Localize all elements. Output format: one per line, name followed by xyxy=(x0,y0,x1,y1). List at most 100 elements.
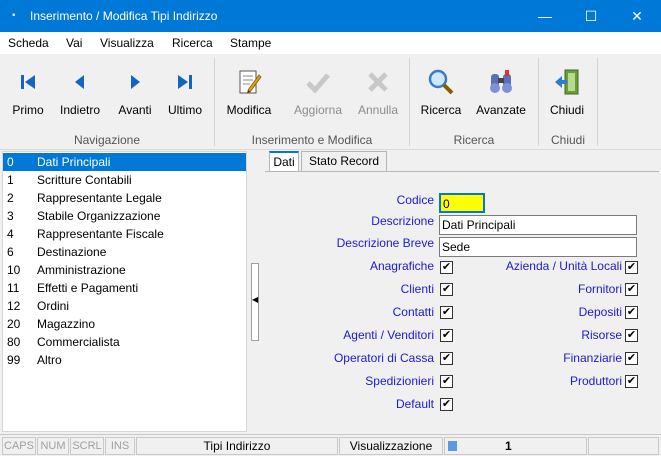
avanzate-button[interactable]: Avanzate xyxy=(470,58,532,124)
avanti-label: Avanti xyxy=(118,103,152,117)
spedizionieri-checkbox[interactable]: ✔ xyxy=(440,375,453,388)
list-item[interactable]: 10 Amministrazione xyxy=(3,261,246,279)
descrizione-label: Descrizione xyxy=(371,214,434,228)
ins-indicator: INS xyxy=(105,437,135,455)
indietro-button[interactable]: Indietro xyxy=(56,58,104,124)
modifica-button[interactable]: Modifica xyxy=(224,58,274,124)
codice-label: Codice xyxy=(396,193,434,207)
ribbon-toolbar: Primo Indietro Avanti Ultimo Navigazione xyxy=(0,54,661,150)
azienda-unita-locali-checkbox[interactable]: ✔ xyxy=(625,261,638,274)
menu-scheda[interactable]: Scheda xyxy=(8,36,49,50)
first-record-icon xyxy=(21,75,35,89)
close-button[interactable]: ✕ xyxy=(614,0,660,32)
list-item[interactable]: 1 Scritture Contabili xyxy=(3,171,246,189)
operatori-cassa-checkbox[interactable]: ✔ xyxy=(440,352,453,365)
finanziarie-checkbox[interactable]: ✔ xyxy=(625,352,638,365)
group-chiudi-label: Chiudi xyxy=(550,133,586,147)
clienti-checkbox[interactable]: ✔ xyxy=(440,283,453,296)
menu-bar: Scheda Vai Visualizza Ricerca Stampe xyxy=(0,32,661,54)
cancel-x-icon xyxy=(368,72,388,92)
contatti-label: Contatti xyxy=(392,305,434,319)
fornitori-label: Fornitori xyxy=(577,282,622,296)
annulla-button[interactable]: Annulla xyxy=(354,58,402,124)
codice-field[interactable]: 0 xyxy=(439,193,485,213)
next-record-icon xyxy=(131,75,140,89)
tab-stato-record[interactable]: Stato Record xyxy=(301,151,387,172)
table-name-status: Tipi Indirizzo xyxy=(136,437,338,455)
menu-stampe[interactable]: Stampe xyxy=(230,36,271,50)
magnifier-icon xyxy=(428,69,454,95)
modifica-label: Modifica xyxy=(226,103,272,117)
descrizione-field[interactable]: Dati Principali xyxy=(439,215,637,235)
primo-button[interactable]: Primo xyxy=(8,58,48,124)
aggiorna-button[interactable]: Aggiorna xyxy=(290,58,346,124)
title-bar: ▪ Inserimento / Modifica Tipi Indirizzo … xyxy=(0,0,661,32)
list-item[interactable]: 0 Dati Principali xyxy=(3,153,246,171)
menu-ricerca[interactable]: Ricerca xyxy=(172,36,213,50)
ultimo-label: Ultimo xyxy=(167,103,202,117)
list-item[interactable]: 11 Effetti e Pagamenti xyxy=(3,279,246,297)
ultimo-button[interactable]: Ultimo xyxy=(164,58,206,124)
fornitori-checkbox[interactable]: ✔ xyxy=(625,283,638,296)
depositi-label: Depositi xyxy=(578,305,622,319)
list-item[interactable]: 4 Rappresentante Fiscale xyxy=(3,225,246,243)
ricerca-button[interactable]: Ricerca xyxy=(416,58,466,124)
anagrafiche-checkbox[interactable]: ✔ xyxy=(440,261,453,274)
app-icon: ▪ xyxy=(12,10,16,21)
produttori-checkbox[interactable]: ✔ xyxy=(625,375,638,388)
previous-record-icon xyxy=(75,75,84,89)
contatti-checkbox[interactable]: ✔ xyxy=(440,306,453,319)
minimize-button[interactable]: — xyxy=(522,0,568,32)
menu-visualizza[interactable]: Visualizza xyxy=(100,36,154,50)
ribbon-separator xyxy=(597,58,598,146)
record-progress-marker xyxy=(448,441,457,451)
default-label: Default xyxy=(395,397,434,411)
tab-dati[interactable]: Dati xyxy=(269,151,299,172)
list-item[interactable]: 6 Destinazione xyxy=(3,243,246,261)
azienda-unita-locali-label: Azienda / Unità Locali xyxy=(505,259,622,273)
group-navigazione-label: Navigazione xyxy=(73,133,141,147)
avanzate-label: Avanzate xyxy=(476,103,526,117)
checkmark-icon xyxy=(306,73,330,94)
binoculars-icon xyxy=(490,70,512,93)
agenti-venditori-label: Agenti / Venditori xyxy=(343,328,434,342)
anagrafiche-label: Anagrafiche xyxy=(369,259,434,273)
list-item[interactable]: 2 Rappresentante Legale xyxy=(3,189,246,207)
agenti-venditori-checkbox[interactable]: ✔ xyxy=(440,329,453,342)
last-record-icon xyxy=(178,75,192,89)
list-item[interactable]: 12 Ordini xyxy=(3,297,246,315)
mode-status: Visualizzazione xyxy=(339,437,443,455)
list-item[interactable]: 20 Magazzino xyxy=(3,315,246,333)
address-type-list: 0 Dati Principali 1 Scritture Contabili 2R… xyxy=(2,151,247,432)
default-checkbox[interactable]: ✔ xyxy=(440,398,453,411)
produttori-label: Produttori xyxy=(569,374,622,388)
window-title: Inserimento / Modifica Tipi Indirizzo xyxy=(30,9,218,23)
risorse-checkbox[interactable]: ✔ xyxy=(625,329,638,342)
avanti-button[interactable]: Avanti xyxy=(114,58,156,124)
depositi-checkbox[interactable]: ✔ xyxy=(625,306,638,319)
risorse-label: Risorse xyxy=(581,328,622,342)
chiudi-button[interactable]: Chiudi xyxy=(546,58,588,124)
ricerca-label: Ricerca xyxy=(420,103,462,117)
list-item[interactable]: 99 Altro xyxy=(3,351,246,369)
num-indicator: NUM xyxy=(37,437,69,455)
panel-splitter[interactable]: ◀ xyxy=(251,263,259,341)
spedizionieri-label: Spedizionieri xyxy=(365,374,434,388)
list-item[interactable]: 3 Stabile Organizzazione xyxy=(3,207,246,225)
group-ricerca-label: Ricerca xyxy=(453,133,495,147)
annulla-label: Annulla xyxy=(357,103,399,117)
menu-vai[interactable]: Vai xyxy=(66,36,82,50)
operatori-cassa-label: Operatori di Cassa xyxy=(333,351,434,365)
exit-door-icon xyxy=(555,69,579,95)
descrizione-breve-field[interactable]: Sede xyxy=(439,237,637,257)
record-number: 1 xyxy=(505,439,512,453)
group-inserimento-label: Inserimento e Modifica xyxy=(251,133,373,147)
maximize-button[interactable]: ☐ xyxy=(568,0,614,32)
form-panel: Codice 0 Descrizione Dati Principali Des… xyxy=(265,171,659,433)
clienti-label: Clienti xyxy=(400,282,434,296)
list-item[interactable]: 80 Commercialista xyxy=(3,333,246,351)
edit-document-icon xyxy=(239,70,262,94)
record-position-status: 1 xyxy=(444,437,587,455)
status-empty-pane xyxy=(588,437,659,455)
collapse-arrow-icon: ◀ xyxy=(252,295,259,304)
